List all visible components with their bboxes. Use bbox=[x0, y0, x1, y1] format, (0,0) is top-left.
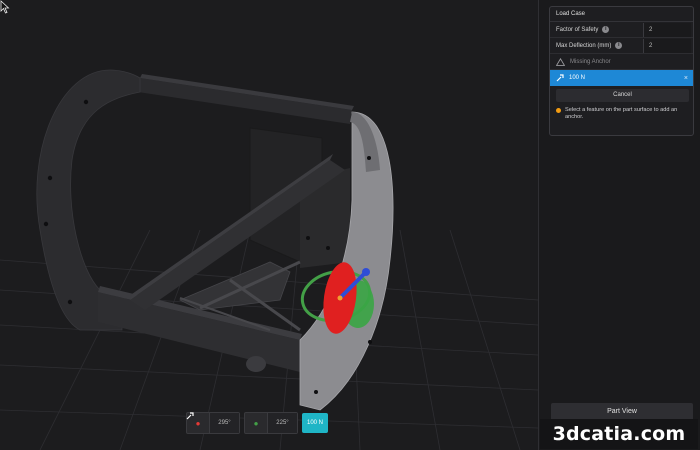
missing-anchor-item[interactable]: Missing Anchor bbox=[550, 54, 693, 70]
rotation-gizmo[interactable] bbox=[298, 260, 374, 336]
close-icon[interactable]: × bbox=[684, 75, 688, 82]
force-chip-value: 100 N bbox=[307, 420, 324, 426]
max-deflection-row: Max Deflection (mm) i 2 bbox=[550, 38, 693, 54]
mouse-cursor-icon bbox=[0, 0, 10, 14]
viewport-canvas[interactable] bbox=[0, 0, 538, 450]
load-case-title: Load Case bbox=[550, 7, 693, 22]
rotation-y-control[interactable]: ● 225° bbox=[244, 412, 298, 434]
warning-dot-icon bbox=[556, 108, 561, 113]
warning-triangle-icon bbox=[556, 57, 565, 66]
watermark: 3dcatia.com bbox=[540, 419, 698, 449]
max-deflection-input[interactable]: 2 bbox=[643, 38, 691, 53]
anchor-hint: Select a feature on the part surface to … bbox=[550, 102, 693, 121]
force-item[interactable]: 100 N × bbox=[550, 70, 693, 86]
properties-panel: Load Case Factor of Safety i 2 Max Defle… bbox=[538, 0, 700, 450]
factor-of-safety-label: Factor of Safety bbox=[556, 26, 599, 33]
rotation-toolbar: ● 295° ● 225° 100 N bbox=[186, 412, 329, 434]
factor-of-safety-input[interactable]: 2 bbox=[643, 22, 691, 37]
info-icon[interactable]: i bbox=[615, 42, 623, 49]
force-arrow-icon bbox=[186, 412, 194, 420]
green-axis-icon: ● bbox=[253, 418, 259, 428]
cancel-button[interactable]: Cancel bbox=[556, 89, 689, 102]
rotation-y-value[interactable]: 225° bbox=[267, 413, 297, 433]
missing-anchor-label: Missing Anchor bbox=[570, 58, 611, 65]
rotation-x-value[interactable]: 295° bbox=[209, 413, 239, 433]
anchor-hint-text: Select a feature on the part surface to … bbox=[565, 107, 678, 120]
force-chip[interactable]: 100 N bbox=[186, 412, 329, 433]
load-case-card: Load Case Factor of Safety i 2 Max Defle… bbox=[549, 6, 694, 136]
factor-of-safety-row: Factor of Safety i 2 bbox=[550, 22, 693, 38]
info-icon[interactable]: i bbox=[602, 26, 610, 33]
steering-wheel-part[interactable] bbox=[36, 69, 394, 411]
force-item-label: 100 N bbox=[569, 75, 586, 81]
3d-viewport[interactable]: ● 295° ● 225° 100 N bbox=[0, 0, 538, 450]
max-deflection-label: Max Deflection (mm) bbox=[556, 42, 612, 49]
rotation-x-control[interactable]: ● 295° bbox=[186, 412, 240, 434]
force-arrow-icon bbox=[556, 74, 564, 82]
